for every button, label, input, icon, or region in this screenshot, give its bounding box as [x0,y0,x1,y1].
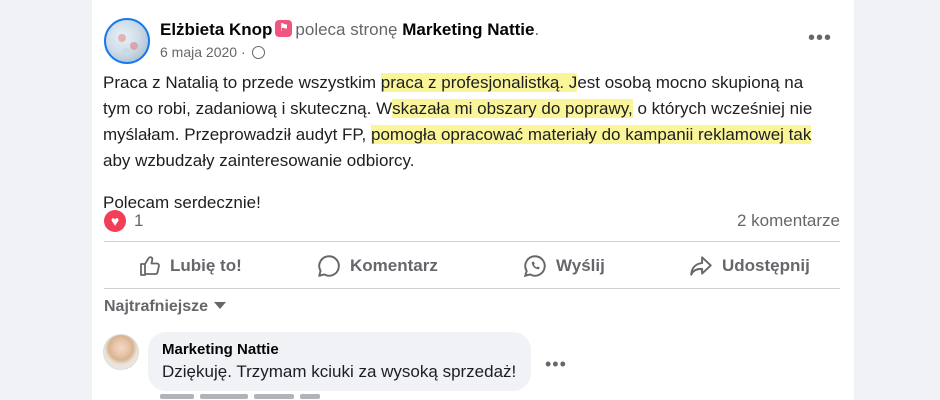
post-meta: 6 maja 2020 · [160,43,265,61]
thumbs-up-icon [140,256,160,276]
post-stats: 1 2 komentarze [104,208,840,234]
highlight: pomogła opracować materiały do kampanii … [371,125,812,144]
comment-sort-dropdown[interactable]: Najtrafniejsze [104,298,227,316]
comment-button[interactable]: Komentarz [316,251,438,281]
send-label: Wyślij [556,256,605,275]
highlight: skazała mi obszary do poprawy, [392,99,633,118]
whatsapp-icon [523,255,546,278]
comment-footer-cropped [160,394,360,400]
heart-reaction-icon[interactable] [104,210,126,232]
comment-icon [318,255,340,277]
comment-avatar[interactable] [103,334,139,370]
globe-icon [251,46,265,59]
sort-label: Najtrafniejsze [104,298,209,315]
comment-options-button[interactable]: ••• [545,354,567,375]
highlight: praca z profesjonalistką. J [380,73,578,92]
reaction-count[interactable]: 1 [134,211,143,231]
send-button[interactable]: Wyślij [522,251,605,281]
divider [104,288,840,289]
share-icon [690,256,712,276]
post-options-button[interactable]: ••• [808,28,832,48]
comment-author[interactable]: Marketing Nattie [162,341,279,358]
page-suffix: . [534,20,540,39]
like-label: Lubię to! [170,256,242,275]
comment-label: Komentarz [350,256,438,275]
post-verb: poleca stronę [295,20,398,39]
author-name[interactable]: Elżbieta Knop [160,20,272,39]
caret-down-icon [214,302,227,309]
divider [104,241,840,242]
like-button[interactable]: Lubię to! [138,251,242,281]
post-header: Elżbieta Knop ⚑ poleca stronę Marketing Na… [160,19,539,41]
author-avatar[interactable] [104,18,150,64]
comment-text: Dziękuję. Trzymam kciuki za wysoką sprze… [162,362,517,381]
comments-count-link[interactable]: 2 komentarze [737,211,840,231]
post-date[interactable]: 6 maja 2020 [160,44,237,60]
share-label: Udostępnij [722,256,810,275]
post-text: Praca z Natalią to przede wszystkim prac… [103,70,843,216]
post-paragraph-1: Praca z Natalią to przede wszystkim prac… [103,73,813,170]
page-name-link[interactable]: Marketing Nattie [402,20,534,39]
share-button[interactable]: Udostępnij [688,251,810,281]
recommend-badge-icon: ⚑ [275,20,293,37]
